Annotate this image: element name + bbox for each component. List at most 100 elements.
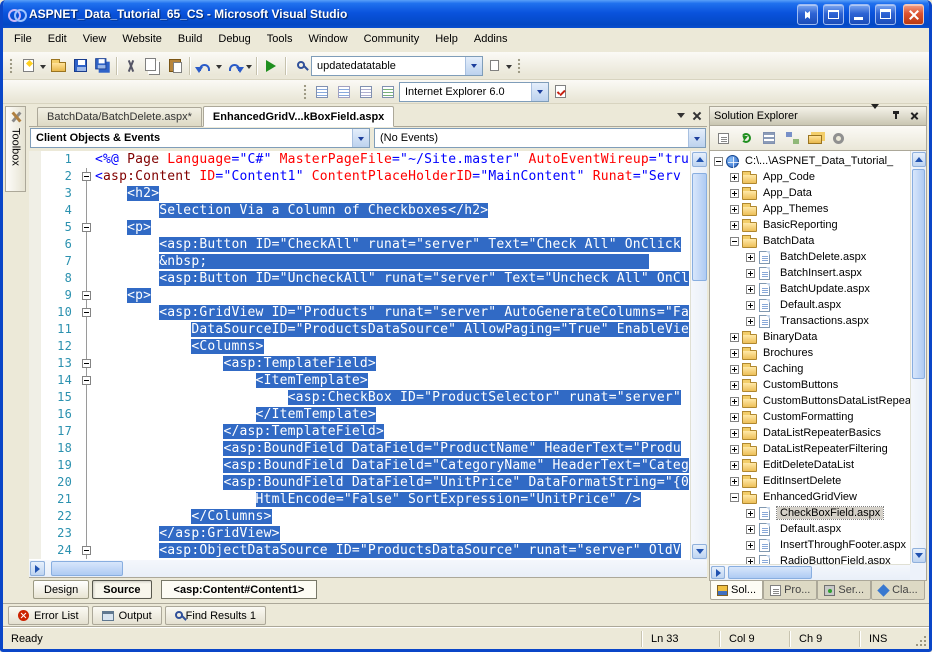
horizontal-scroll-thumb[interactable] xyxy=(51,561,123,576)
collapse-icon[interactable] xyxy=(730,492,739,502)
code-viewport[interactable]: 1 <%@ Page Language="C#" MasterPageFile="… xyxy=(29,151,690,560)
tree-item-label[interactable]: RadioButtonField.aspx xyxy=(777,555,894,564)
tree-item-label[interactable]: Default.aspx xyxy=(777,523,844,535)
collapse-region-icon[interactable] xyxy=(82,359,91,368)
target-browser-value[interactable]: Internet Explorer 6.0 xyxy=(400,86,531,98)
event-dropdown-value[interactable]: (No Events) xyxy=(375,132,688,144)
indicator-margin[interactable] xyxy=(29,270,41,287)
tree-item-label[interactable]: Default.aspx xyxy=(777,299,844,311)
code-text[interactable]: <ItemTemplate> xyxy=(95,372,690,389)
redo-button[interactable] xyxy=(223,55,245,77)
code-line-5[interactable]: 5 <p> xyxy=(29,219,690,236)
code-text[interactable]: <asp:BoundField DataField="UnitPrice" Da… xyxy=(95,474,690,491)
menu-debug[interactable]: Debug xyxy=(210,28,258,52)
find-in-files-button[interactable] xyxy=(483,55,505,77)
scroll-up-button[interactable] xyxy=(912,152,926,167)
tree-item-label[interactable]: CustomButtonsDataListRepeat xyxy=(760,395,910,407)
tree-item-label[interactable]: DataListRepeaterFiltering xyxy=(760,443,891,455)
indicator-margin[interactable] xyxy=(29,355,41,372)
scroll-right-button[interactable] xyxy=(711,566,725,579)
expand-icon[interactable] xyxy=(730,348,739,358)
tree-item-label[interactable]: App_Data xyxy=(760,187,815,199)
code-text[interactable]: <h2> xyxy=(95,185,690,202)
expand-icon[interactable] xyxy=(730,204,739,214)
code-line-11[interactable]: 11 DataSourceID="ProductsDataSource" All… xyxy=(29,321,690,338)
tree-item-label[interactable]: Brochures xyxy=(760,347,816,359)
code-text[interactable]: </Columns> xyxy=(95,508,690,525)
tree-item-insertthroughfooter-aspx[interactable]: InsertThroughFooter.aspx xyxy=(710,537,910,553)
menu-view[interactable]: View xyxy=(75,28,115,52)
code-line-3[interactable]: 3 <h2> xyxy=(29,185,690,202)
indicator-margin[interactable] xyxy=(29,304,41,321)
tab-server-explorer[interactable]: Ser... xyxy=(817,581,872,600)
indicator-margin[interactable] xyxy=(29,321,41,338)
outdent-button[interactable] xyxy=(355,81,377,103)
fold-margin[interactable] xyxy=(79,542,95,559)
tree-item-customformatting[interactable]: CustomFormatting xyxy=(710,409,910,425)
horizontal-scroll-thumb[interactable] xyxy=(728,566,812,579)
save-all-button[interactable] xyxy=(91,55,113,77)
scroll-right-button[interactable] xyxy=(30,561,45,576)
close-button[interactable] xyxy=(903,3,924,25)
code-text[interactable]: <asp:ObjectDataSource ID="ProductsDataSo… xyxy=(95,542,690,559)
refresh-button[interactable] xyxy=(736,128,756,148)
title-arrows-button[interactable] xyxy=(797,3,818,25)
expand-icon[interactable] xyxy=(746,524,755,534)
target-browser-combo[interactable]: Internet Explorer 6.0 xyxy=(399,81,549,102)
tree-item-batchinsert-aspx[interactable]: BatchInsert.aspx xyxy=(710,265,910,281)
tree-item-label[interactable]: C:\...\ASPNET_Data_Tutorial_ xyxy=(742,155,896,167)
fold-margin[interactable] xyxy=(79,304,95,321)
find-combo[interactable]: updatedatatable xyxy=(311,55,483,76)
indicator-margin[interactable] xyxy=(29,287,41,304)
vertical-scroll-thumb[interactable] xyxy=(692,173,707,281)
tree-item-app-code[interactable]: App_Code xyxy=(710,169,910,185)
tree-item-label[interactable]: App_Code xyxy=(760,171,818,183)
tree-item-label[interactable]: BinaryData xyxy=(760,331,820,343)
expand-icon[interactable] xyxy=(730,172,739,182)
code-text[interactable]: <asp:Content ID="Content1" ContentPlaceH… xyxy=(95,168,690,185)
code-line-9[interactable]: 9 <p> xyxy=(29,287,690,304)
expand-icon[interactable] xyxy=(746,508,755,518)
new-website-button[interactable] xyxy=(17,55,39,77)
indicator-margin[interactable] xyxy=(29,185,41,202)
collapse-icon[interactable] xyxy=(730,236,739,246)
tree-item-editinsertdelete[interactable]: EditInsertDelete xyxy=(710,473,910,489)
tree-item-label[interactable]: EnhancedGridView xyxy=(760,491,860,503)
code-text[interactable]: <Columns> xyxy=(95,338,690,355)
indicator-margin[interactable] xyxy=(29,168,41,185)
tree-item-label[interactable]: CustomButtons xyxy=(760,379,841,391)
code-text[interactable]: <asp:Button ID="CheckAll" runat="server"… xyxy=(95,236,690,253)
close-panel-button[interactable] xyxy=(907,109,922,123)
check-page-validity-button[interactable] xyxy=(549,81,571,103)
code-text[interactable]: <p> xyxy=(95,287,690,304)
tree-item-label[interactable]: InsertThroughFooter.aspx xyxy=(777,539,909,551)
indicator-margin[interactable] xyxy=(29,457,41,474)
code-line-10[interactable]: 10 <asp:GridView ID="Products" runat="se… xyxy=(29,304,690,321)
tree-item-batchdata[interactable]: BatchData xyxy=(710,233,910,249)
tab-properties[interactable]: Pro... xyxy=(763,581,818,600)
tree-item-caching[interactable]: Caching xyxy=(710,361,910,377)
tree-vertical-scrollbar[interactable] xyxy=(910,151,926,564)
tree-item-default-aspx[interactable]: Default.aspx xyxy=(710,297,910,313)
tree-item-brochures[interactable]: Brochures xyxy=(710,345,910,361)
collapse-region-icon[interactable] xyxy=(82,291,91,300)
format-document-button[interactable] xyxy=(311,81,333,103)
tree-item-label[interactable]: BatchData xyxy=(760,235,817,247)
expand-icon[interactable] xyxy=(730,380,739,390)
undo-button[interactable] xyxy=(193,55,215,77)
fold-margin[interactable] xyxy=(79,287,95,304)
indicator-margin[interactable] xyxy=(29,236,41,253)
editor-vertical-scrollbar[interactable] xyxy=(690,151,707,560)
tree-item-label[interactable]: BatchInsert.aspx xyxy=(777,267,865,279)
toolbar-grip[interactable] xyxy=(9,57,13,74)
indicator-margin[interactable] xyxy=(29,389,41,406)
title-window-button[interactable] xyxy=(823,3,844,25)
tree-item-label[interactable]: EditDeleteDataList xyxy=(760,459,857,471)
object-dropdown[interactable]: Client Objects & Events xyxy=(30,128,370,148)
tree-item-label[interactable]: Transactions.aspx xyxy=(777,315,872,327)
collapse-icon[interactable] xyxy=(714,156,723,166)
code-text[interactable]: <p> xyxy=(95,219,690,236)
code-text[interactable]: </asp:TemplateField> xyxy=(95,423,690,440)
code-text[interactable]: <asp:TemplateField> xyxy=(95,355,690,372)
code-line-12[interactable]: 12 <Columns> xyxy=(29,338,690,355)
